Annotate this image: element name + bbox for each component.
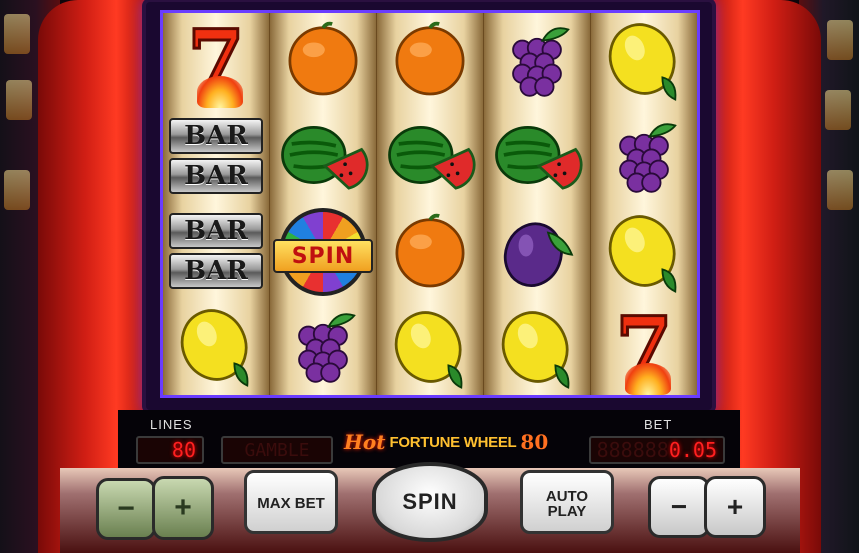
- bar-plate: BAR: [169, 213, 263, 250]
- symbol-plum: [484, 205, 590, 301]
- bar-plate: BAR: [169, 253, 263, 290]
- lemon-icon: [170, 299, 262, 395]
- lines-display: 80: [136, 436, 204, 464]
- double-bar-stack: BAR BAR: [169, 117, 263, 194]
- bar-plate: BAR: [169, 157, 263, 194]
- symbol-grapes: [484, 13, 590, 109]
- lemon-icon: [491, 301, 583, 395]
- auto-play-button[interactable]: AUTO PLAY: [520, 470, 614, 534]
- bet-plus-button[interactable]: +: [704, 476, 766, 538]
- symbol-watermelon: [270, 109, 376, 205]
- slot-machine-light: [827, 20, 853, 60]
- orange-icon: [277, 13, 369, 109]
- lines-plus-button[interactable]: +: [152, 476, 214, 540]
- game-logo: Hot FORTUNE WHEEL 80: [344, 422, 548, 462]
- symbol-watermelon: [484, 109, 590, 205]
- watermelon-icon: [384, 109, 476, 205]
- bet-label: BET: [644, 417, 673, 432]
- symbol-grapes: [270, 299, 376, 395]
- watermelon-icon: [277, 109, 369, 205]
- reel-4: [484, 13, 591, 395]
- watermelon-icon: [491, 109, 583, 205]
- spin-wheel-label: SPIN: [273, 239, 373, 273]
- symbol-lemon: [377, 301, 483, 395]
- symbol-seven: 7: [163, 13, 269, 108]
- reel-3: [377, 13, 484, 395]
- lemon-icon: [598, 13, 690, 109]
- bet-minus-button[interactable]: −: [648, 476, 710, 538]
- symbol-orange: [377, 205, 483, 301]
- slot-machine-light: [827, 170, 853, 210]
- bet-value: 0.05: [668, 438, 717, 462]
- lemon-icon: [384, 301, 476, 395]
- logo-number-text: 80: [520, 430, 549, 454]
- bet-display: 888888 0.05: [589, 436, 725, 464]
- reel-1: 7 BAR BAR BAR BAR: [163, 13, 270, 395]
- slot-machine-light: [4, 14, 30, 54]
- bar-plate: BAR: [169, 117, 263, 154]
- flaming-seven-icon: 7: [614, 300, 674, 396]
- bet-display-ghost-digits: 888888: [596, 438, 669, 462]
- plum-icon: [491, 205, 583, 301]
- flaming-seven-icon: 7: [186, 12, 246, 109]
- reels-screen: 7 BAR BAR BAR BAR SPIN 7: [160, 10, 700, 398]
- grapes-icon: [598, 109, 690, 205]
- spin-wheel-icon: SPIN: [273, 208, 373, 296]
- spin-button[interactable]: SPIN: [372, 462, 488, 542]
- symbol-lemon: [484, 301, 590, 395]
- slot-machine-light: [825, 90, 851, 130]
- reels-area: 7 BAR BAR BAR BAR SPIN 7: [163, 13, 697, 395]
- symbol-lemon: [591, 13, 697, 109]
- slot-machine-light: [6, 80, 32, 120]
- symbol-grapes: [591, 109, 697, 205]
- flame-icon: [197, 75, 244, 108]
- flame-icon: [625, 363, 672, 395]
- lines-label: LINES: [150, 417, 193, 432]
- orange-icon: [384, 13, 476, 109]
- symbol-double-bar: BAR BAR: [163, 108, 269, 203]
- symbol-watermelon: [377, 109, 483, 205]
- reel-2: SPIN: [270, 13, 377, 395]
- max-bet-button[interactable]: MAX BET: [244, 470, 338, 534]
- reel-5: 7: [591, 13, 697, 395]
- symbol-lemon: [591, 205, 697, 301]
- lemon-icon: [598, 205, 690, 301]
- gamble-display[interactable]: GAMBLE: [221, 436, 333, 464]
- slot-machine-light: [4, 170, 30, 210]
- grapes-icon: [277, 299, 369, 395]
- logo-hot-text: Hot: [344, 430, 386, 454]
- orange-icon: [384, 205, 476, 301]
- symbol-orange: [270, 13, 376, 109]
- symbol-orange: [377, 13, 483, 109]
- symbol-double-bar: BAR BAR: [163, 204, 269, 299]
- symbol-lemon: [163, 299, 269, 395]
- symbol-seven: 7: [591, 301, 697, 395]
- symbol-spin-wheel: SPIN: [270, 205, 376, 299]
- double-bar-stack: BAR BAR: [169, 213, 263, 290]
- lines-minus-button[interactable]: −: [96, 478, 156, 540]
- grapes-icon: [491, 13, 583, 109]
- logo-name-text: FORTUNE WHEEL: [389, 433, 517, 451]
